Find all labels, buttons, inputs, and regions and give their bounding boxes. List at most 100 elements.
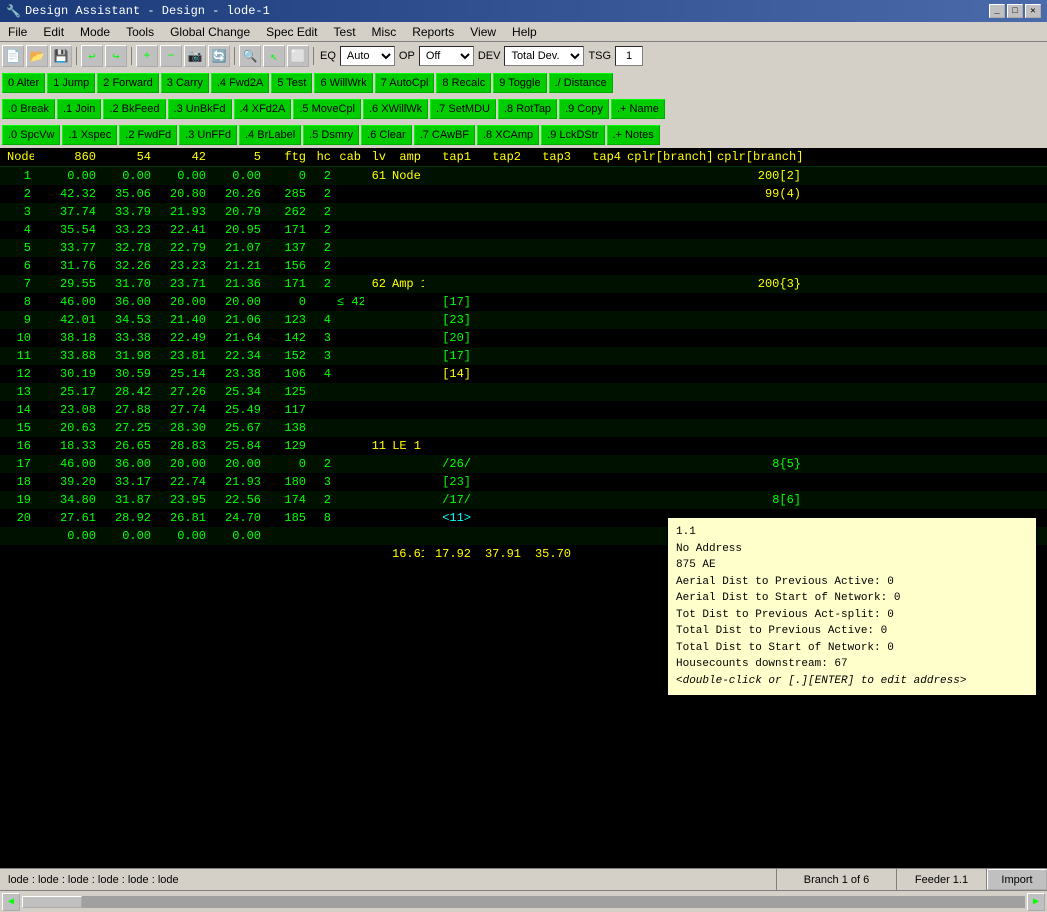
table-row[interactable]: 11 33.88 31.98 23.81 22.34 152 3 [17] [0,347,1047,365]
info-line2: No Address [676,541,1028,558]
menu-help[interactable]: Help [504,23,545,41]
header-cplr1: cplr[branch] [624,150,714,164]
tb-9-copy[interactable]: .9 Copy [559,99,609,119]
auto-select[interactable]: Auto [340,46,395,66]
tb-1-join[interactable]: .1 Join [57,99,101,119]
table-row[interactable]: 10 38.18 33.38 22.49 21.64 142 3 [20] [0,329,1047,347]
tb-8-rottap[interactable]: .8 RotTap [498,99,557,119]
menu-misc[interactable]: Misc [364,23,405,41]
tb-0-alter[interactable]: 0 Alter [2,73,45,93]
menu-spec-edit[interactable]: Spec Edit [258,23,325,41]
table-row[interactable]: 7 29.55 31.70 23.71 21.36 171 2 62 Amp 1… [0,275,1047,293]
table-row[interactable]: 18 39.20 33.17 22.74 21.93 180 3 [23] [0,473,1047,491]
app-icon: 🔧 [6,4,21,19]
info-line5: Aerial Dist to Start of Network: 0 [676,590,1028,607]
scroll-left-arrow[interactable]: ◀ [2,893,20,911]
camera-icon[interactable]: 📷 [184,45,206,67]
tb-5-movecpl[interactable]: .5 MoveCpl [293,99,361,119]
tb-4-xfd2a[interactable]: .4 XFd2A [234,99,292,119]
table-row[interactable]: 17 46.00 36.00 20.00 20.00 0 2 /26/ 8{5} [0,455,1047,473]
tb-name[interactable]: .+ Name [611,99,665,119]
table-row[interactable]: 12 30.19 30.59 25.14 23.38 106 4 [14] [0,365,1047,383]
table-row[interactable]: 3 37.74 33.79 21.93 20.79 262 2 [0,203,1047,221]
tb-7-setmdu[interactable]: .7 SetMDU [430,99,496,119]
tb-3-unbkfd[interactable]: .3 UnBkFd [168,99,232,119]
tb-3-carry[interactable]: 3 Carry [161,73,209,93]
tb-4-brlabel[interactable]: .4 BrLabel [239,125,301,145]
maximize-button[interactable]: □ [1007,4,1023,18]
tb-0-spcvw[interactable]: .0 SpcVw [2,125,60,145]
tb-3-unffd[interactable]: .3 UnFFd [179,125,237,145]
import-button[interactable]: Import [987,869,1047,890]
tb-8-recalc[interactable]: 8 Recalc [436,73,491,93]
menu-view[interactable]: View [462,23,504,41]
lasso-icon[interactable]: ⬜ [287,45,309,67]
menu-edit[interactable]: Edit [35,23,72,41]
eq-label: EQ [318,50,338,62]
table-row[interactable]: 6 31.76 32.26 23.23 21.21 156 2 [0,257,1047,275]
menu-test[interactable]: Test [326,23,364,41]
table-row[interactable]: 9 42.01 34.53 21.40 21.06 123 4 [23] [0,311,1047,329]
tsg-input[interactable]: 1 [615,46,643,66]
menu-mode[interactable]: Mode [72,23,118,41]
total-dev-select[interactable]: Total Dev. [504,46,584,66]
scroll-track[interactable] [22,896,1025,908]
tb-2-forward[interactable]: 2 Forward [97,73,159,93]
table-row[interactable]: 2 42.32 35.06 20.80 20.26 285 2 99(4) [0,185,1047,203]
tb-7-cawbf[interactable]: .7 CAwBF [414,125,475,145]
menu-file[interactable]: File [0,23,35,41]
magnify-icon[interactable]: 🔍 [239,45,261,67]
tb-distance[interactable]: ./ Distance [549,73,613,93]
tb-4-fwd2a[interactable]: .4 Fwd2A [211,73,269,93]
menu-reports[interactable]: Reports [404,23,462,41]
open-icon[interactable]: 📂 [26,45,48,67]
tb-7-autocpl[interactable]: 7 AutoCpl [375,73,435,93]
table-row[interactable]: 8 46.00 36.00 20.00 20.00 0 ≤ 42 [17] [0,293,1047,311]
horizontal-scrollbar[interactable]: ◀ ▶ [0,890,1047,912]
minimize-button[interactable]: _ [989,4,1005,18]
table-row[interactable]: 13 25.17 28.42 27.26 25.34 125 [0,383,1047,401]
undo-icon[interactable]: ↩ [81,45,103,67]
add-icon[interactable]: + [136,45,158,67]
sep3 [234,47,235,65]
sub-icon[interactable]: − [160,45,182,67]
tb-1-jump[interactable]: 1 Jump [47,73,95,93]
table-row[interactable]: 15 20.63 27.25 28.30 25.67 138 [0,419,1047,437]
tb-2-fwdfd[interactable]: .2 FwdFd [119,125,177,145]
tb-9-lckdstr[interactable]: .9 LckDStr [541,125,604,145]
scroll-right-arrow[interactable]: ▶ [1027,893,1045,911]
header-node: Node [4,150,34,164]
table-row[interactable]: 4 35.54 33.23 22.41 20.95 171 2 [0,221,1047,239]
refresh-icon[interactable]: 🔄 [208,45,230,67]
redo-icon[interactable]: ↪ [105,45,127,67]
table-row[interactable]: 19 34.80 31.87 23.95 22.56 174 2 /17/ 8[… [0,491,1047,509]
menu-global-change[interactable]: Global Change [162,23,258,41]
header-42: 42 [154,150,209,164]
new-icon[interactable]: 📄 [2,45,24,67]
off-select[interactable]: Off [419,46,474,66]
tb-1-xspec[interactable]: .1 Xspec [62,125,117,145]
table-row[interactable]: 16 18.33 26.65 28.83 25.84 129 11 LE 1 [0,437,1047,455]
tb-6-willwrk[interactable]: 6 WillWrk [314,73,372,93]
close-button[interactable]: ✕ [1025,4,1041,18]
tb-8-xcamp[interactable]: .8 XCAmp [477,125,539,145]
scroll-thumb[interactable] [22,896,82,908]
status-path: lode : lode : lode : lode : lode : lode [0,869,777,890]
tb-notes[interactable]: .+ Notes [607,125,660,145]
tb-6-clear[interactable]: .6 Clear [361,125,412,145]
tb-5-dsmry[interactable]: .5 Dsmry [303,125,359,145]
table-row[interactable]: 1 0.00 0.00 0.00 0.00 0 2 61 Node 1 200[… [0,167,1047,185]
tb-6-xwillwk[interactable]: .6 XWillWk [363,99,428,119]
menu-tools[interactable]: Tools [118,23,162,41]
window-controls: _ □ ✕ [989,4,1041,18]
tb-0-break[interactable]: .0 Break [2,99,55,119]
pointer-icon[interactable]: ↖ [263,45,285,67]
table-row[interactable]: 5 33.77 32.78 22.79 21.07 137 2 [0,239,1047,257]
tb-9-toggle[interactable]: 9 Toggle [493,73,546,93]
sep4 [313,47,314,65]
info-line6: Tot Dist to Previous Act-split: 0 [676,607,1028,624]
table-row[interactable]: 14 23.08 27.88 27.74 25.49 117 [0,401,1047,419]
save-icon[interactable]: 💾 [50,45,72,67]
tb-5-test[interactable]: 5 Test [271,73,312,93]
tb-2-bkfeed[interactable]: .2 BkFeed [103,99,165,119]
